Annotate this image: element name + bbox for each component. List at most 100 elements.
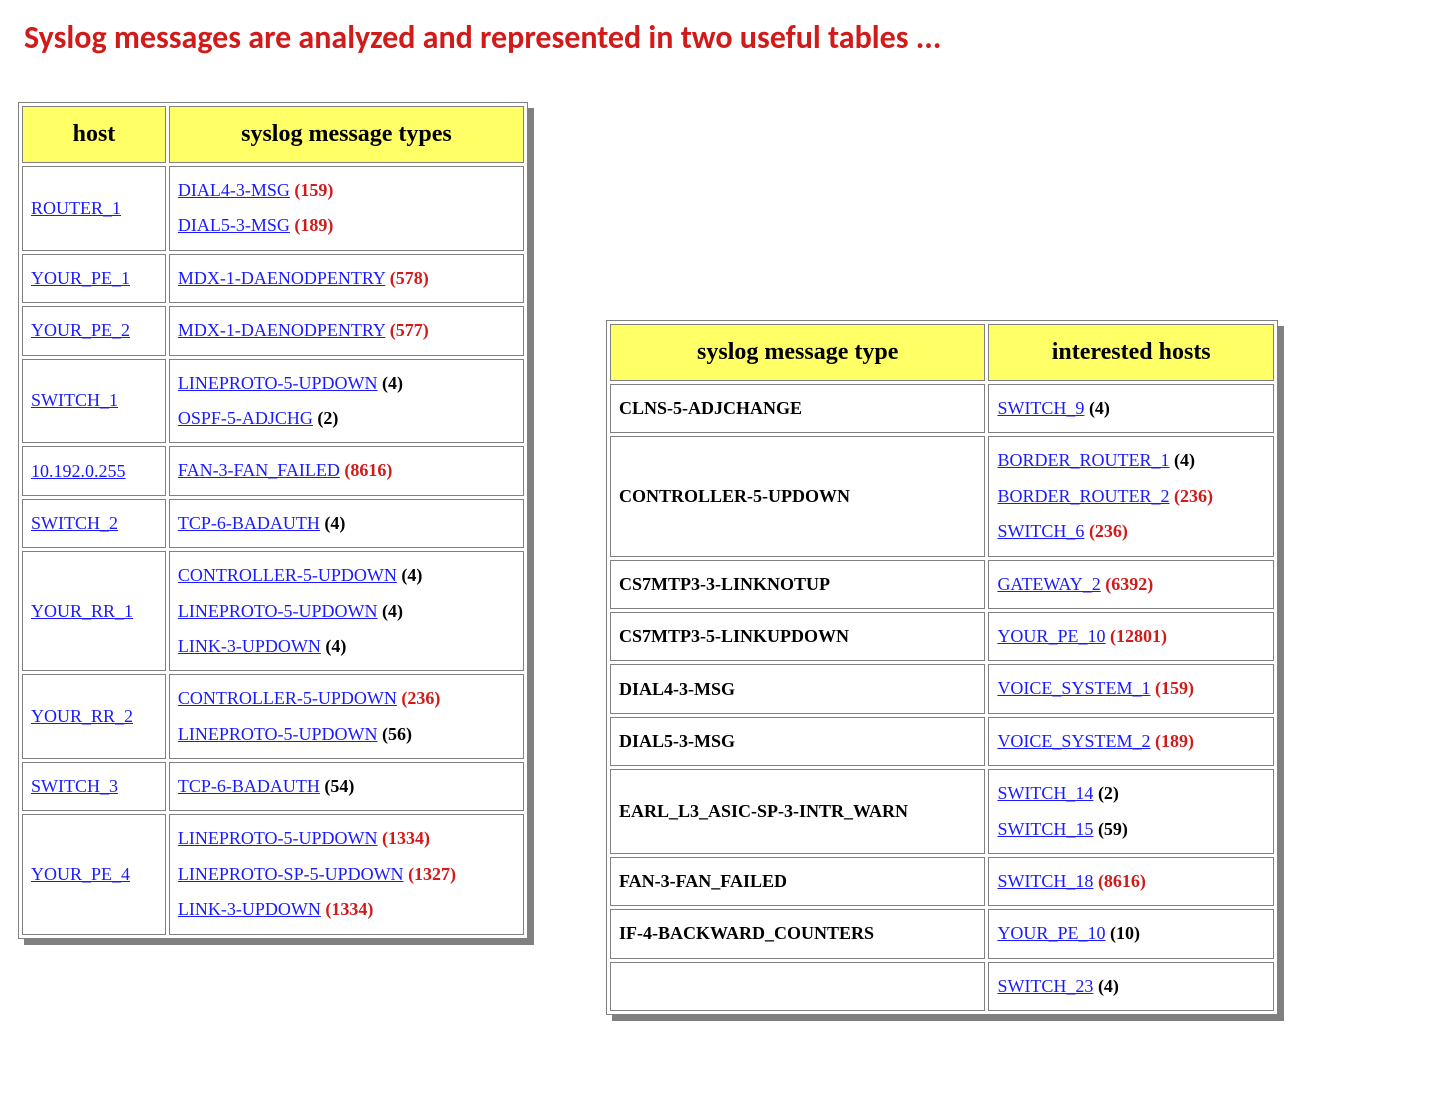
msgtype-cell: CS7MTP3-5-LINKUPDOWN bbox=[610, 612, 985, 661]
msg-line: MDX-1-DAENODPENTRY (577) bbox=[178, 313, 515, 348]
msg-count: (159) bbox=[294, 180, 333, 200]
host-link[interactable]: YOUR_PE_4 bbox=[31, 864, 130, 884]
host-count: (236) bbox=[1089, 521, 1128, 541]
host-count: (8616) bbox=[1098, 871, 1146, 891]
host-link[interactable]: SWITCH_9 bbox=[997, 398, 1084, 418]
host-cell: SWITCH_2 bbox=[22, 499, 166, 548]
table-row: IF-4-BACKWARD_COUNTERSYOUR_PE_10 (10) bbox=[610, 909, 1274, 958]
msg-line: LINEPROTO-5-UPDOWN (1334) bbox=[178, 821, 515, 856]
msg-link[interactable]: MDX-1-DAENODPENTRY bbox=[178, 268, 385, 288]
msgtype-table-panel: syslog message type interested hosts CLN… bbox=[606, 320, 1278, 1015]
host-link[interactable]: ROUTER_1 bbox=[31, 198, 121, 218]
hosts-cell: GATEWAY_2 (6392) bbox=[988, 560, 1274, 609]
msg-count: (4) bbox=[401, 565, 422, 585]
msg-link[interactable]: TCP-6-BADAUTH bbox=[178, 776, 320, 796]
msg-link[interactable]: LINEPROTO-SP-5-UPDOWN bbox=[178, 864, 404, 884]
host-count: (159) bbox=[1155, 678, 1194, 698]
msg-cell: FAN-3-FAN_FAILED (8616) bbox=[169, 446, 524, 495]
msg-cell: CONTROLLER-5-UPDOWN (236) LINEPROTO-5-UPD… bbox=[169, 674, 524, 759]
msg-line: CONTROLLER-5-UPDOWN (4) bbox=[178, 558, 515, 593]
host-link[interactable]: SWITCH_18 bbox=[997, 871, 1093, 891]
msg-link[interactable]: LINEPROTO-5-UPDOWN bbox=[178, 828, 378, 848]
msg-link[interactable]: TCP-6-BADAUTH bbox=[178, 513, 320, 533]
msg-cell: TCP-6-BADAUTH (54) bbox=[169, 762, 524, 811]
host-link[interactable]: YOUR_RR_1 bbox=[31, 601, 133, 621]
msg-line: LINEPROTO-5-UPDOWN (4) bbox=[178, 366, 515, 401]
host-count: (10) bbox=[1110, 923, 1140, 943]
host-cell: SWITCH_1 bbox=[22, 359, 166, 444]
msg-line: FAN-3-FAN_FAILED (8616) bbox=[178, 453, 515, 488]
msg-link[interactable]: DIAL4-3-MSG bbox=[178, 180, 290, 200]
msg-link[interactable]: LINEPROTO-5-UPDOWN bbox=[178, 601, 378, 621]
table-row: CS7MTP3-3-LINKNOTUPGATEWAY_2 (6392) bbox=[610, 560, 1274, 609]
msg-link[interactable]: CONTROLLER-5-UPDOWN bbox=[178, 565, 397, 585]
table-row: SWITCH_1 LINEPROTO-5-UPDOWN (4) OSPF-5-ADJ… bbox=[22, 359, 524, 444]
host-link[interactable]: SWITCH_6 bbox=[997, 521, 1084, 541]
msg-line: LINEPROTO-SP-5-UPDOWN (1327) bbox=[178, 857, 515, 892]
host-link[interactable]: BORDER_ROUTER_1 bbox=[997, 450, 1169, 470]
host-line: YOUR_PE_10 (10) bbox=[997, 916, 1265, 951]
msg-link[interactable]: LINK-3-UPDOWN bbox=[178, 899, 321, 919]
msg-cell: MDX-1-DAENODPENTRY (578) bbox=[169, 254, 524, 303]
msg-cell: TCP-6-BADAUTH (4) bbox=[169, 499, 524, 548]
host-link[interactable]: YOUR_PE_10 bbox=[997, 626, 1105, 646]
host-link[interactable]: GATEWAY_2 bbox=[997, 574, 1100, 594]
host-link[interactable]: SWITCH_2 bbox=[31, 513, 118, 533]
host-link[interactable]: 10.192.0.255 bbox=[31, 461, 126, 481]
host-link[interactable]: SWITCH_15 bbox=[997, 819, 1093, 839]
msg-line: CONTROLLER-5-UPDOWN (236) bbox=[178, 681, 515, 716]
host-cell: YOUR_RR_1 bbox=[22, 551, 166, 671]
host-cell: YOUR_PE_4 bbox=[22, 814, 166, 934]
host-link[interactable]: SWITCH_14 bbox=[997, 783, 1093, 803]
host-link[interactable]: SWITCH_3 bbox=[31, 776, 118, 796]
msg-count: (236) bbox=[401, 688, 440, 708]
host-link[interactable]: SWITCH_23 bbox=[997, 976, 1093, 996]
host-link[interactable]: YOUR_PE_2 bbox=[31, 320, 130, 340]
table-row: FAN-3-FAN_FAILEDSWITCH_18 (8616) bbox=[610, 857, 1274, 906]
msg-count: (189) bbox=[294, 215, 333, 235]
msg-link[interactable]: CONTROLLER-5-UPDOWN bbox=[178, 688, 397, 708]
msg-line: TCP-6-BADAUTH (4) bbox=[178, 506, 515, 541]
msgtype-cell: CS7MTP3-3-LINKNOTUP bbox=[610, 560, 985, 609]
msg-count: (1327) bbox=[408, 864, 456, 884]
msg-line: LINEPROTO-5-UPDOWN (4) bbox=[178, 594, 515, 629]
host-line: SWITCH_14 (2) bbox=[997, 776, 1265, 811]
msgtype-cell: DIAL4-3-MSG bbox=[610, 664, 985, 713]
table-row: YOUR_PE_4LINEPROTO-5-UPDOWN (1334)LINEPR… bbox=[22, 814, 524, 934]
host-link[interactable]: YOUR_PE_10 bbox=[997, 923, 1105, 943]
host-link[interactable]: VOICE_SYSTEM_2 bbox=[997, 731, 1150, 751]
host-link[interactable]: VOICE_SYSTEM_1 bbox=[997, 678, 1150, 698]
table-row: DIAL5-3-MSGVOICE_SYSTEM_2 (189) bbox=[610, 717, 1274, 766]
host-link[interactable]: YOUR_RR_2 bbox=[31, 706, 133, 726]
msg-count: (1334) bbox=[382, 828, 430, 848]
msg-link[interactable]: LINEPROTO-5-UPDOWN bbox=[178, 373, 378, 393]
table-row: SWITCH_23 (4) bbox=[610, 962, 1274, 1011]
msg-link[interactable]: OSPF-5-ADJCHG bbox=[178, 408, 313, 428]
msg-link[interactable]: LINEPROTO-5-UPDOWN bbox=[178, 724, 378, 744]
host-line: SWITCH_23 (4) bbox=[997, 969, 1265, 1004]
table-row: DIAL4-3-MSG VOICE_SYSTEM_1 (159) bbox=[610, 664, 1274, 713]
msgtype-cell: EARL_L3_ASIC-SP-3-INTR_WARN bbox=[610, 769, 985, 854]
host-link[interactable]: BORDER_ROUTER_2 bbox=[997, 486, 1169, 506]
host-table-header-msgtypes: syslog message types bbox=[169, 106, 524, 163]
table-row: CLNS-5-ADJCHANGESWITCH_9 (4) bbox=[610, 384, 1274, 433]
msg-link[interactable]: MDX-1-DAENODPENTRY bbox=[178, 320, 385, 340]
msg-count: (2) bbox=[317, 408, 338, 428]
host-line: VOICE_SYSTEM_1 (159) bbox=[997, 671, 1265, 706]
msgtype-table-header-type: syslog message type bbox=[610, 324, 985, 381]
host-line: BORDER_ROUTER_1 (4) bbox=[997, 443, 1265, 478]
msg-link[interactable]: LINK-3-UPDOWN bbox=[178, 636, 321, 656]
msg-link[interactable]: DIAL5-3-MSG bbox=[178, 215, 290, 235]
host-count: (189) bbox=[1155, 731, 1194, 751]
host-cell: ROUTER_1 bbox=[22, 166, 166, 251]
msg-link[interactable]: FAN-3-FAN_FAILED bbox=[178, 460, 340, 480]
host-link[interactable]: YOUR_PE_1 bbox=[31, 268, 130, 288]
msg-count: (1334) bbox=[325, 899, 373, 919]
msg-cell: LINEPROTO-5-UPDOWN (1334)LINEPROTO-SP-5-… bbox=[169, 814, 524, 934]
msg-count: (578) bbox=[390, 268, 429, 288]
msg-line: TCP-6-BADAUTH (54) bbox=[178, 769, 515, 804]
host-link[interactable]: SWITCH_1 bbox=[31, 390, 118, 410]
host-line: SWITCH_18 (8616) bbox=[997, 864, 1265, 899]
msg-count: (54) bbox=[324, 776, 354, 796]
hosts-cell: YOUR_PE_10 (12801) bbox=[988, 612, 1274, 661]
